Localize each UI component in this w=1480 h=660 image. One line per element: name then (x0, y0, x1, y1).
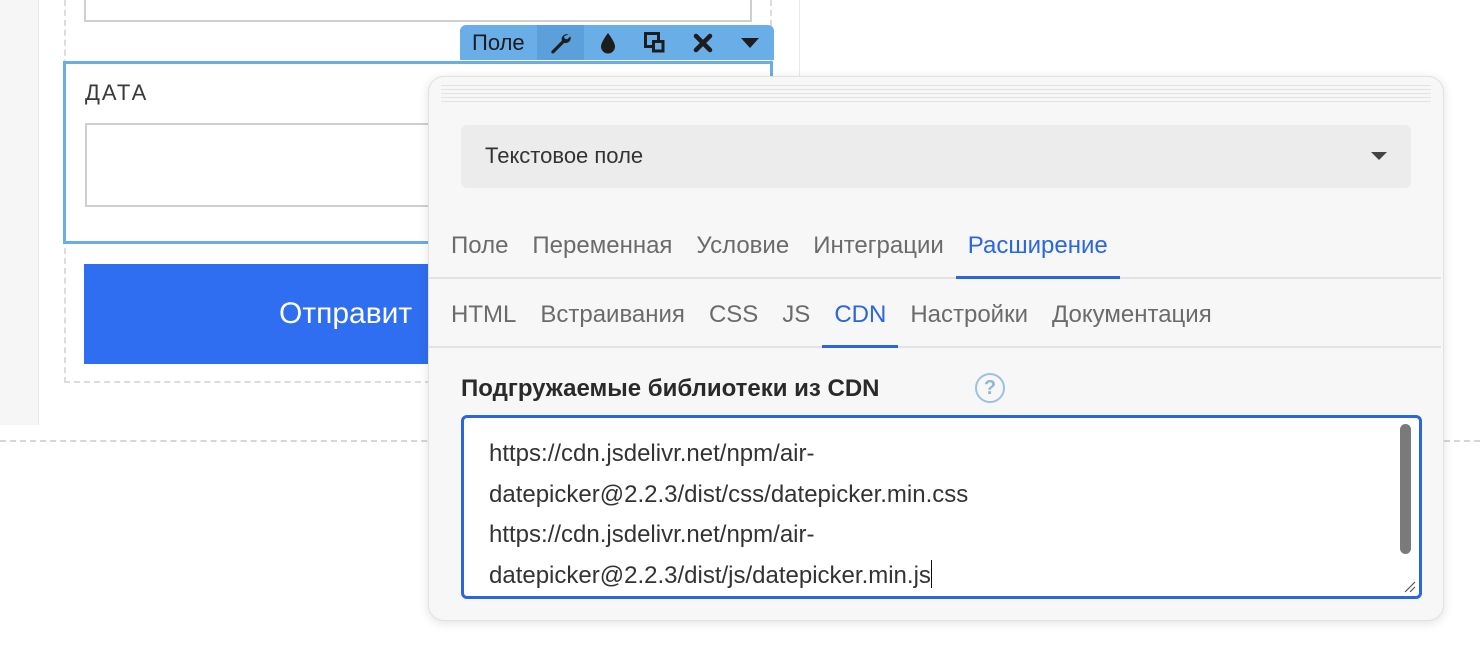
textarea-scrollbar[interactable] (1400, 424, 1411, 554)
main-tabs: Поле Переменная Условие Интеграции Расши… (429, 217, 1441, 279)
tab-variable[interactable]: Переменная (520, 217, 684, 279)
date-field-label: ДАТА (85, 80, 149, 105)
close-icon[interactable] (679, 25, 726, 60)
caret-down-icon[interactable] (727, 25, 774, 60)
cdn-libraries-text: https://cdn.jsdelivr.net/npm/air-datepic… (489, 434, 1369, 596)
sub-tabs: HTML Встраивания CSS JS CDN Настройки До… (429, 286, 1441, 348)
field-type-select[interactable]: Текстовое поле (461, 125, 1411, 188)
copy-icon[interactable] (632, 25, 679, 60)
tab-js[interactable]: JS (770, 286, 822, 348)
tab-settings[interactable]: Настройки (898, 286, 1040, 348)
cdn-line: https://cdn.jsdelivr.net/npm/air- (489, 440, 815, 467)
tab-extension[interactable]: Расширение (955, 217, 1120, 279)
field-toolbar: Поле (460, 25, 774, 60)
previous-field-input[interactable] (84, 0, 752, 22)
field-type-value: Текстовое поле (485, 143, 644, 168)
tab-html[interactable]: HTML (439, 286, 528, 348)
tab-field[interactable]: Поле (439, 217, 520, 279)
cdn-line: https://cdn.jsdelivr.net/npm/air- (489, 521, 815, 548)
field-settings-panel: Текстовое поле Поле Переменная Условие И… (428, 76, 1444, 621)
tab-embeds[interactable]: Встраивания (528, 286, 697, 348)
tab-integrations[interactable]: Интеграции (801, 217, 956, 279)
panel-drag-handle[interactable] (441, 85, 1431, 103)
tab-documentation[interactable]: Документация (1040, 286, 1224, 348)
drop-icon[interactable] (584, 25, 631, 60)
tab-cdn[interactable]: CDN (822, 286, 899, 348)
wrench-icon[interactable] (536, 25, 585, 60)
text-caret (930, 559, 932, 588)
help-icon[interactable]: ? (975, 373, 1005, 403)
field-toolbar-label: Поле (472, 30, 525, 55)
chevron-down-icon (1371, 152, 1387, 160)
cdn-line: datepicker@2.2.3/dist/css/datepicker.min… (489, 480, 969, 508)
tab-condition[interactable]: Условие (684, 217, 801, 279)
cdn-libraries-title: Подгружаемые библиотеки из CDN (461, 375, 880, 402)
tab-css[interactable]: CSS (697, 286, 770, 348)
cdn-line: datepicker@2.2.3/dist/js/datepicker.min.… (489, 561, 931, 589)
cdn-libraries-textarea[interactable]: https://cdn.jsdelivr.net/npm/air-datepic… (461, 415, 1422, 599)
resize-grip-icon[interactable] (1402, 579, 1416, 593)
cdn-line-last: datepicker@2.2.3/dist/js/datepicker.min.… (489, 556, 1369, 597)
